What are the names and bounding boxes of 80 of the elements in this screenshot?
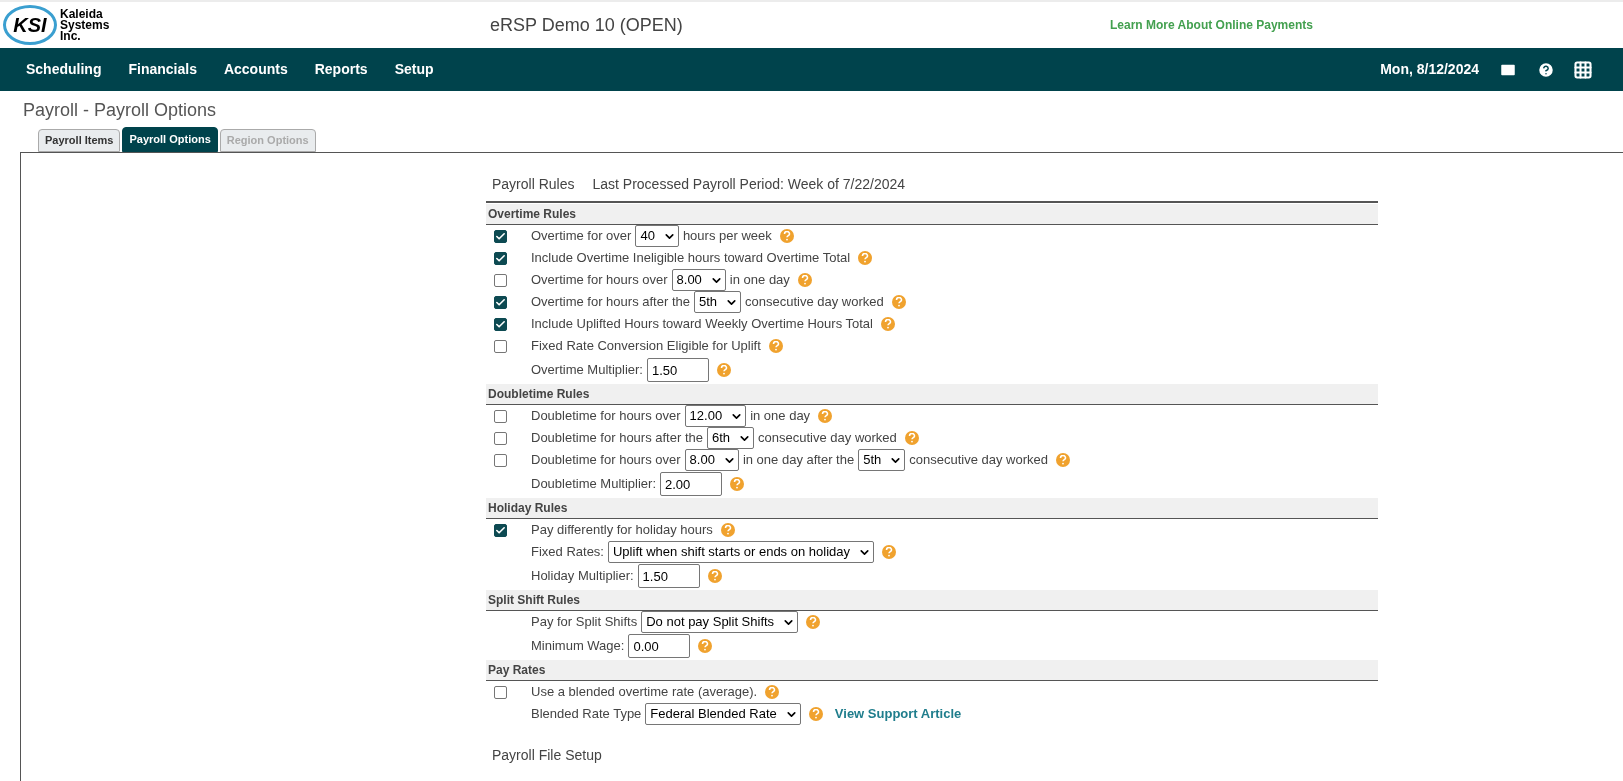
option-label: consecutive day worked	[909, 451, 1049, 470]
page-title: Payroll - Payroll Options	[23, 99, 218, 122]
option-label: Pay for Split Shifts	[531, 613, 638, 632]
option-label: Doubletime Multiplier:	[531, 475, 656, 494]
checkbox[interactable]	[494, 685, 507, 699]
last-processed-text: Last Processed Payroll Period: Week of 7/22/2024	[592, 174, 906, 194]
checkbox[interactable]	[494, 431, 507, 445]
option-label: Overtime for over	[531, 227, 632, 246]
option-label: Use a blended overtime rate (average).	[531, 683, 758, 702]
logo-text: Inc.	[60, 30, 81, 42]
dropdown[interactable]: 12.00	[684, 405, 747, 427]
nav-item[interactable]: Setup	[394, 59, 434, 80]
dropdown[interactable]: 8.00	[684, 449, 739, 471]
option-label: Overtime Multiplier:	[531, 361, 643, 380]
logo-text: Systems	[60, 19, 110, 31]
logo-badge: KSI	[3, 5, 57, 45]
checkbox[interactable]	[494, 295, 507, 309]
check-icon	[495, 296, 506, 308]
check-icon	[495, 252, 506, 264]
option-label: hours per week	[682, 227, 772, 246]
nav-item[interactable]: Accounts	[223, 59, 288, 80]
option-label: in one day	[729, 271, 790, 290]
input-field[interactable]: 2.00	[660, 472, 722, 496]
check-icon	[495, 524, 506, 536]
app-title: eRSP Demo 10 (OPEN)	[490, 13, 684, 37]
check-icon	[495, 318, 506, 330]
option-label: Include Uplifted Hours toward Weekly Overtime Hours Total	[531, 315, 873, 334]
option-label: Include Overtime Ineligible hours toward Overtime Total	[531, 249, 851, 268]
option-label: Pay differently for holiday hours	[531, 521, 713, 540]
option-label: Overtime for hours after the	[531, 293, 690, 312]
dropdown[interactable]: Uplift when shift starts or ends on holiday	[608, 541, 874, 563]
dropdown[interactable]: 40	[635, 225, 679, 247]
checkbox[interactable]	[494, 409, 507, 423]
dropdown[interactable]: 5th	[858, 449, 906, 471]
apps-grid-icon[interactable]	[1573, 59, 1593, 80]
checkbox[interactable]	[494, 273, 507, 287]
nav-item[interactable]: Financials	[128, 59, 197, 80]
option-label: Fixed Rate Conversion Eligible for Uplift	[531, 337, 761, 356]
section-header: Split Shift Rules	[486, 590, 1378, 611]
checkbox[interactable]	[494, 251, 507, 265]
option-label: Doubletime for hours over	[531, 407, 681, 426]
option-label: Holiday Multiplier:	[531, 567, 634, 586]
input-field[interactable]: 0.00	[628, 634, 691, 658]
option-label: Blended Rate Type	[531, 705, 642, 724]
support-link[interactable]: View Support Article	[834, 704, 962, 724]
section-title: Payroll File Setup	[491, 746, 603, 765]
current-date: Mon, 8/12/2024	[1380, 60, 1479, 79]
section-title: Payroll Rules	[492, 174, 575, 194]
section-header: Doubletime Rules	[486, 384, 1378, 405]
dropdown[interactable]: 6th	[707, 427, 755, 449]
input-field[interactable]: 1.50	[637, 564, 700, 588]
option-label: Overtime for hours over	[531, 271, 668, 290]
help-icon[interactable]	[1537, 60, 1555, 79]
option-label: Minimum Wage:	[531, 637, 625, 656]
checkbox[interactable]	[494, 453, 507, 467]
checkbox[interactable]	[494, 229, 507, 243]
dropdown[interactable]: 5th	[693, 291, 742, 313]
option-label: consecutive day worked	[758, 429, 897, 448]
dropdown[interactable]: Federal Blended Rate	[645, 703, 801, 725]
dropdown[interactable]: 8.00	[671, 269, 726, 291]
section-header: Holiday Rules	[486, 498, 1378, 519]
option-label: Fixed Rates:	[531, 543, 604, 562]
check-icon	[495, 230, 506, 242]
option-label: in one day after the	[742, 451, 855, 470]
dropdown[interactable]: Do not pay Split Shifts	[641, 611, 799, 633]
checkbox[interactable]	[494, 523, 507, 537]
logo-text: Kaleida	[60, 8, 103, 20]
input-field[interactable]: 1.50	[646, 358, 709, 382]
option-label: Doubletime for hours after the	[531, 429, 703, 448]
checkbox[interactable]	[494, 339, 507, 353]
option-label: consecutive day worked	[745, 293, 884, 312]
nav-item[interactable]: Reports	[314, 59, 368, 80]
section-header: Pay Rates	[486, 660, 1378, 681]
tab[interactable]: Payroll Items	[38, 129, 121, 152]
tab[interactable]: Payroll Options	[122, 127, 218, 152]
nav-item[interactable]: Scheduling	[26, 59, 102, 80]
option-label: in one day	[750, 407, 811, 426]
option-label: Doubletime for hours over	[531, 451, 681, 470]
section-header: Overtime Rules	[486, 204, 1378, 225]
checkbox[interactable]	[494, 317, 507, 331]
